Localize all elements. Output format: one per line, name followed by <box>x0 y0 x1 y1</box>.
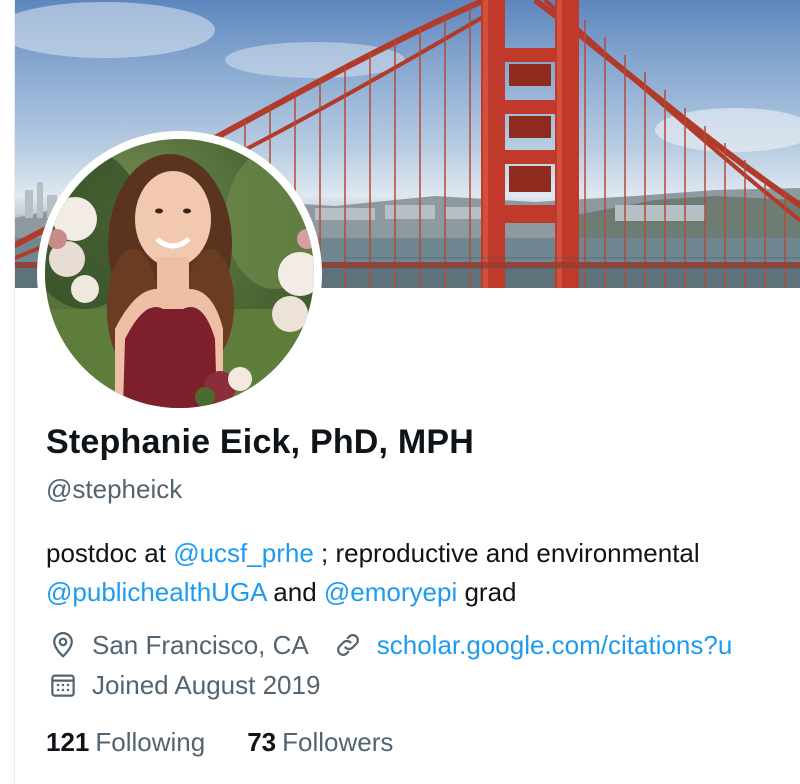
followers-label: Followers <box>282 727 394 757</box>
mention-link-emoryepi[interactable]: @emoryepi <box>324 577 457 607</box>
mention-link-publichealthuga[interactable]: @publichealthUGA <box>46 577 266 607</box>
joined-date: Joined August 2019 <box>92 669 321 700</box>
bio-text: ; reproductive and environmental <box>313 538 700 568</box>
link-icon <box>331 628 365 662</box>
profile-meta-row: San Francisco, CA scholar.google.com/cit… <box>46 628 754 662</box>
followers-count: 73 <box>247 727 277 757</box>
followers-link[interactable]: 73 Followers <box>247 727 393 758</box>
display-name: Stephanie Eick, PhD, MPH <box>46 423 475 461</box>
location-text: San Francisco, CA <box>92 629 309 660</box>
mention-link-ucsf-prhe[interactable]: @ucsf_prhe <box>173 538 314 568</box>
avatar-photo <box>45 139 314 408</box>
bio-line-1: postdoc at @ucsf_prhe ; reproductive and… <box>46 534 800 573</box>
username-handle: @stepheick <box>46 474 183 504</box>
following-link[interactable]: 121 Following <box>46 727 205 758</box>
website-link[interactable]: scholar.google.com/citations?u <box>377 630 733 661</box>
location-pin-icon <box>46 628 80 662</box>
profile-bio: postdoc at @ucsf_prhe ; reproductive and… <box>46 534 800 612</box>
profile-joined-row: Joined August 2019 <box>46 668 342 702</box>
bio-text: and <box>266 577 324 607</box>
profile-avatar[interactable] <box>37 131 322 416</box>
bio-text: postdoc at <box>46 538 174 568</box>
following-label: Following <box>95 727 206 757</box>
follow-stats: 121 Following 73 Followers <box>46 727 435 758</box>
following-count: 121 <box>46 727 90 757</box>
bio-line-2: @publichealthUGA and @emoryepi grad <box>46 573 800 612</box>
calendar-icon <box>46 668 80 702</box>
bio-text: grad <box>457 577 517 607</box>
